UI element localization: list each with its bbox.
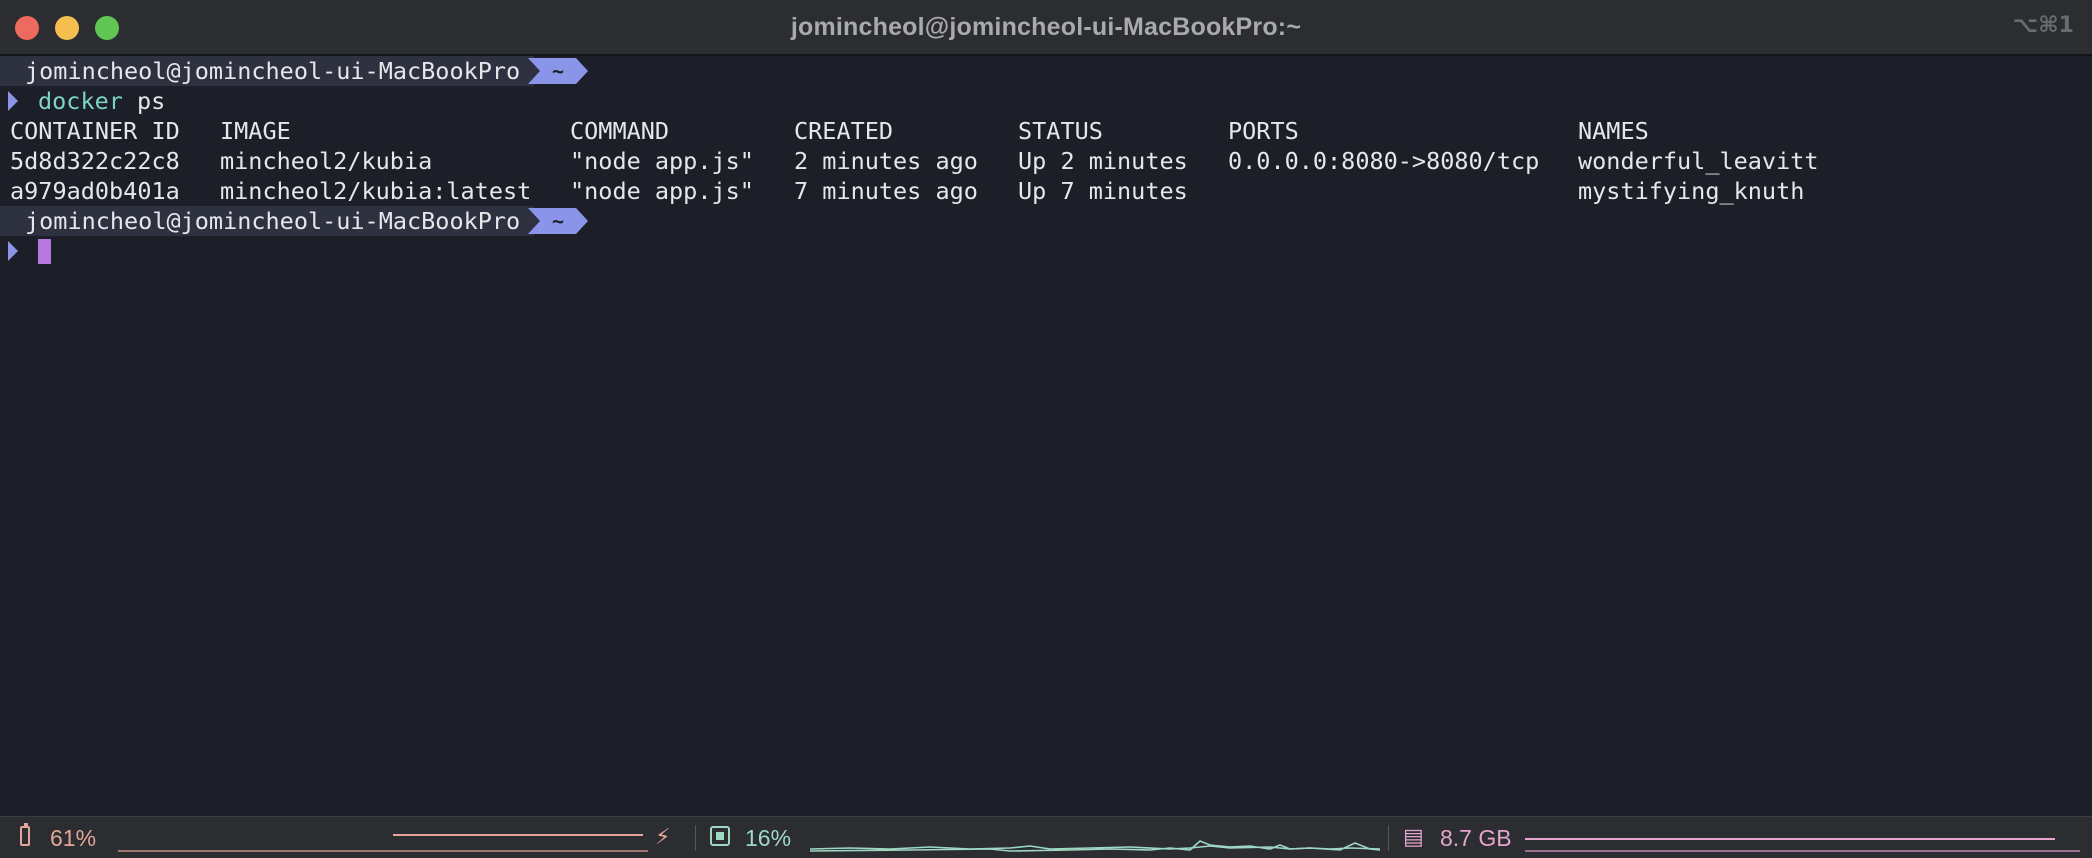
cell-status: Up 2 minutes — [1018, 147, 1188, 175]
table-row: 5d8d322c22c8 mincheol2/kubia "node app.j… — [0, 146, 2092, 176]
battery-value: 61% — [50, 825, 97, 851]
cell-command: "node app.js" — [570, 147, 754, 175]
header-container-id: CONTAINER ID — [10, 117, 180, 145]
status-divider — [1388, 825, 1389, 851]
input-arrow-icon — [8, 91, 18, 111]
cell-image: mincheol2/kubia:latest — [220, 177, 532, 205]
header-image: IMAGE — [220, 117, 291, 145]
prompt-directory: ~ — [528, 58, 589, 84]
cpu-value: 16% — [745, 825, 792, 851]
cell-status: Up 7 minutes — [1018, 177, 1188, 205]
window-shortcut: ⌥⌘1 — [2012, 13, 2074, 38]
text-cursor[interactable] — [38, 239, 51, 264]
prompt-directory: ~ — [528, 208, 589, 234]
terminal-output[interactable]: jomincheol@jomincheol-ui-MacBookPro ~ do… — [0, 56, 2092, 816]
memory-icon: ▤ — [1403, 825, 1424, 850]
cell-container-id: a979ad0b401a — [10, 177, 180, 205]
header-names: NAMES — [1578, 117, 1649, 145]
prompt-line: jomincheol@jomincheol-ui-MacBookPro ~ — [0, 206, 589, 236]
command-name: docker — [38, 87, 123, 115]
title-bar[interactable]: jomincheol@jomincheol-ui-MacBookPro:~ ⌥⌘… — [0, 0, 2092, 56]
input-arrow-icon — [8, 241, 18, 261]
cell-created: 2 minutes ago — [794, 147, 978, 175]
cell-command: "node app.js" — [570, 177, 754, 205]
command-text: docker ps — [38, 86, 165, 116]
header-status: STATUS — [1018, 117, 1103, 145]
memory-value: 8.7 GB — [1440, 825, 1512, 851]
terminal-window: jomincheol@jomincheol-ui-MacBookPro:~ ⌥⌘… — [0, 0, 2092, 858]
window-title: jomincheol@jomincheol-ui-MacBookPro:~ — [790, 13, 1302, 41]
header-created: CREATED — [794, 117, 894, 145]
header-ports: PORTS — [1228, 117, 1299, 145]
bolt-icon: ⚡︎ — [655, 825, 671, 850]
prompt-host: jomincheol@jomincheol-ui-MacBookPro — [0, 206, 535, 236]
prompt-host: jomincheol@jomincheol-ui-MacBookPro — [0, 56, 535, 86]
cell-created: 7 minutes ago — [794, 177, 978, 205]
table-row: a979ad0b401a mincheol2/kubia:latest "nod… — [0, 176, 2092, 206]
status-bar: 61% ⚡︎ 16% ▤ 8.7 GB — [0, 816, 2092, 858]
prompt-line: jomincheol@jomincheol-ui-MacBookPro ~ — [0, 56, 589, 86]
cpu-graph — [810, 840, 1380, 852]
cell-image: mincheol2/kubia — [220, 147, 433, 175]
cell-names: wonderful_leavitt — [1578, 147, 1819, 175]
cpu-icon — [710, 826, 730, 846]
command-args: ps — [122, 87, 166, 115]
header-command: COMMAND — [570, 117, 670, 145]
active-input-line[interactable] — [0, 236, 200, 266]
cell-ports: 0.0.0.0:8080->8080/tcp — [1228, 147, 1540, 175]
battery-icon — [20, 823, 30, 846]
battery-graph — [118, 834, 648, 852]
cell-container-id: 5d8d322c22c8 — [10, 147, 180, 175]
table-header: CONTAINER ID IMAGE COMMAND CREATED STATU… — [0, 116, 2092, 146]
cell-names: mystifying_knuth — [1578, 177, 1805, 205]
command-line: docker ps — [0, 86, 400, 116]
status-divider — [695, 825, 696, 851]
memory-graph — [1525, 838, 2080, 852]
